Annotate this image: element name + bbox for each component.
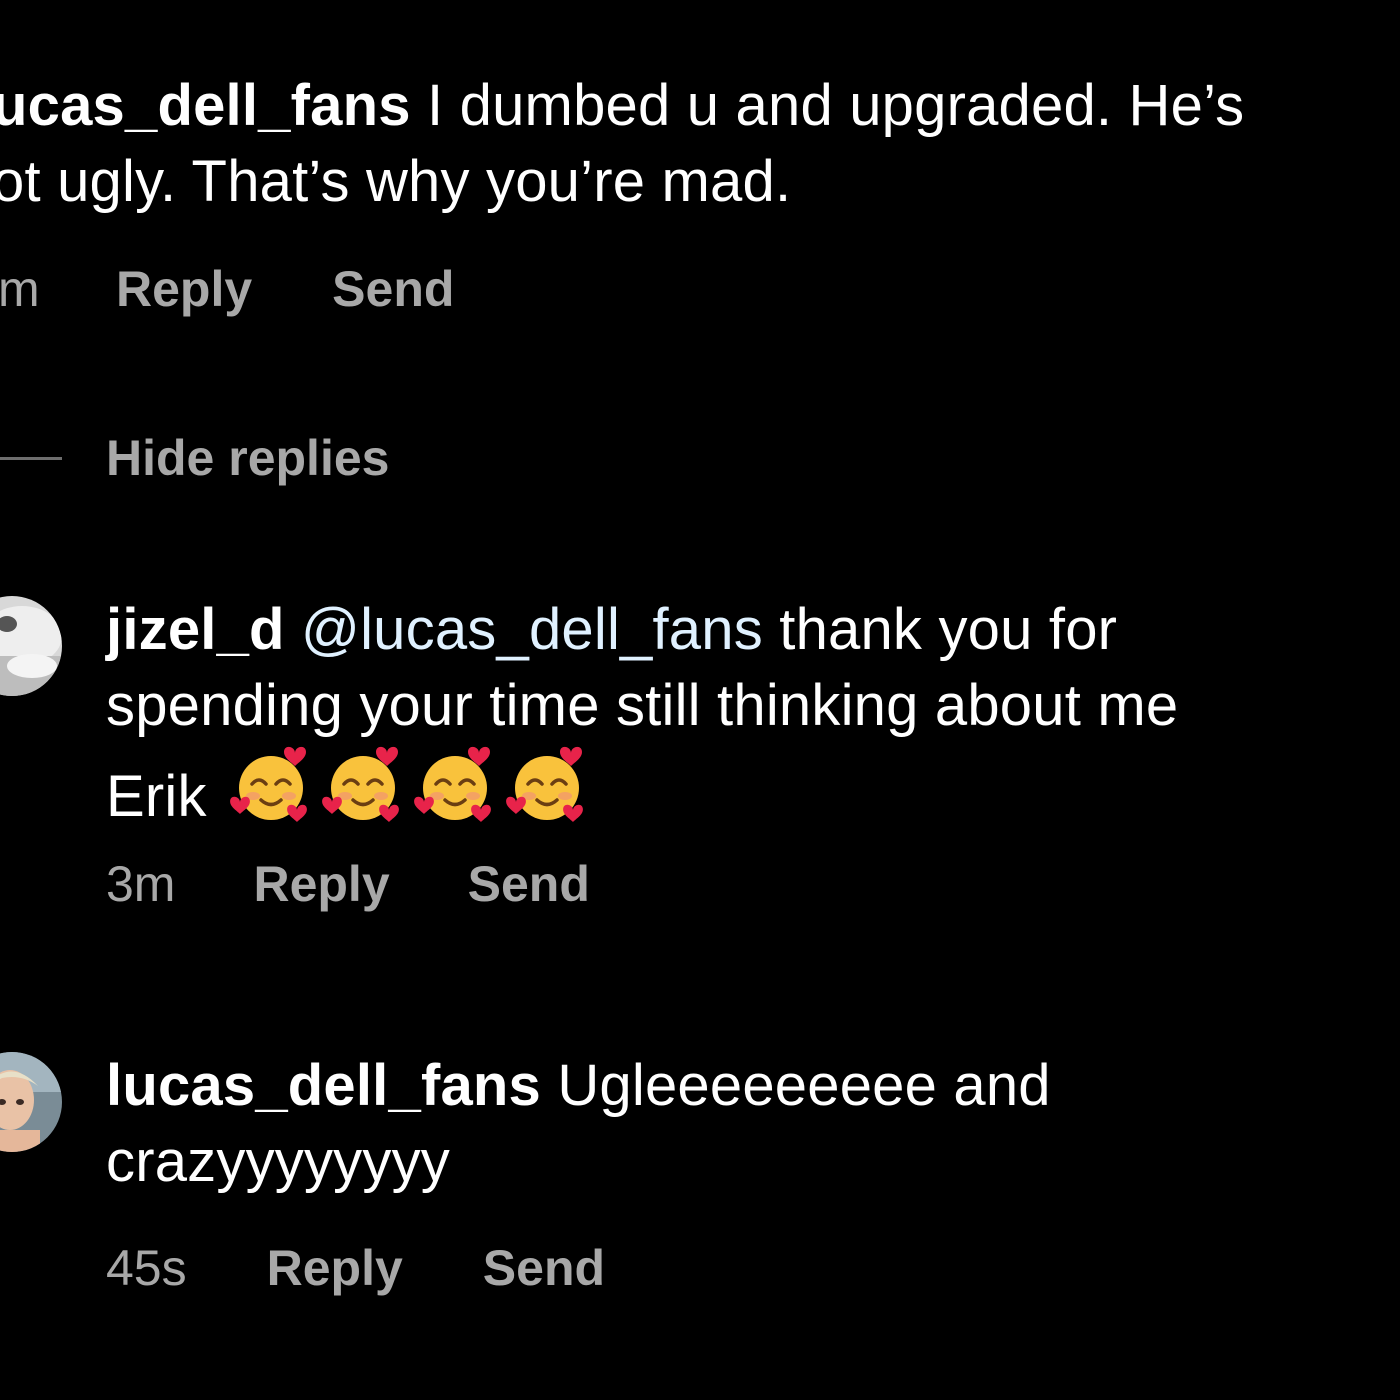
- hide-replies-label: Hide replies: [106, 430, 390, 486]
- comment-1-send-button[interactable]: Send: [332, 260, 454, 318]
- comment-2-send-button[interactable]: Send: [468, 855, 590, 913]
- comment-1-username[interactable]: ucas_dell_fans: [0, 73, 411, 138]
- comment-1-body-line2: ot ugly. That’s why you’re mad.: [0, 149, 792, 214]
- comment-3-username[interactable]: lucas_dell_fans: [106, 1053, 541, 1118]
- comment-2-username[interactable]: jizel_d: [106, 597, 285, 662]
- avatar-lucas-dell-fans-image: [0, 1052, 62, 1152]
- smiling-face-with-hearts-icon: [413, 746, 491, 822]
- comment-3-send-button[interactable]: Send: [483, 1239, 605, 1297]
- comment-1-timestamp: m: [0, 261, 40, 317]
- comment-1-text: ucas_dell_fans I dumbed u and upgraded. …: [0, 68, 1244, 220]
- comment-3-text: lucas_dell_fans Ugleeeeeeeee and crazyyy…: [106, 1048, 1051, 1200]
- comment-3-meta: 45s Reply Send: [106, 1238, 605, 1298]
- comment-2-body-line3: Erik: [106, 764, 207, 829]
- comment-3-reply-button[interactable]: Reply: [267, 1239, 403, 1297]
- comment-1-body-line1: I dumbed u and upgraded. He’s: [427, 73, 1245, 138]
- comment-2-mention[interactable]: @lucas_dell_fans: [301, 597, 763, 662]
- hide-replies-line: [0, 456, 62, 460]
- comment-2-reply-button[interactable]: Reply: [253, 855, 389, 913]
- comment-1-reply-button[interactable]: Reply: [116, 260, 252, 318]
- avatar-lucas-dell-fans[interactable]: [0, 1052, 62, 1152]
- comment-2-body-line1: thank you for: [779, 597, 1118, 662]
- comment-1-meta: m Reply Send: [0, 259, 454, 319]
- hide-replies-button[interactable]: Hide replies: [0, 428, 389, 488]
- comment-2-emoji-row: [229, 746, 597, 829]
- avatar-jizel-d-image: [0, 596, 62, 696]
- comment-3-timestamp: 45s: [106, 1240, 187, 1296]
- comment-2-text: jizel_d @lucas_dell_fans thank you for s…: [106, 592, 1178, 835]
- comment-3-body-line2: crazyyyyyyyy: [106, 1129, 450, 1194]
- smiling-face-with-hearts-icon: [505, 746, 583, 822]
- smiling-face-with-hearts-icon: [321, 746, 399, 822]
- avatar-jizel-d[interactable]: [0, 596, 62, 696]
- smiling-face-with-hearts-icon: [229, 746, 307, 822]
- comment-3-body-line1: Ugleeeeeeeee and: [557, 1053, 1051, 1118]
- comment-2-meta: 3m Reply Send: [106, 854, 590, 914]
- comment-2-timestamp: 3m: [106, 856, 176, 912]
- comment-2-body-line2: spending your time still thinking about …: [106, 673, 1179, 738]
